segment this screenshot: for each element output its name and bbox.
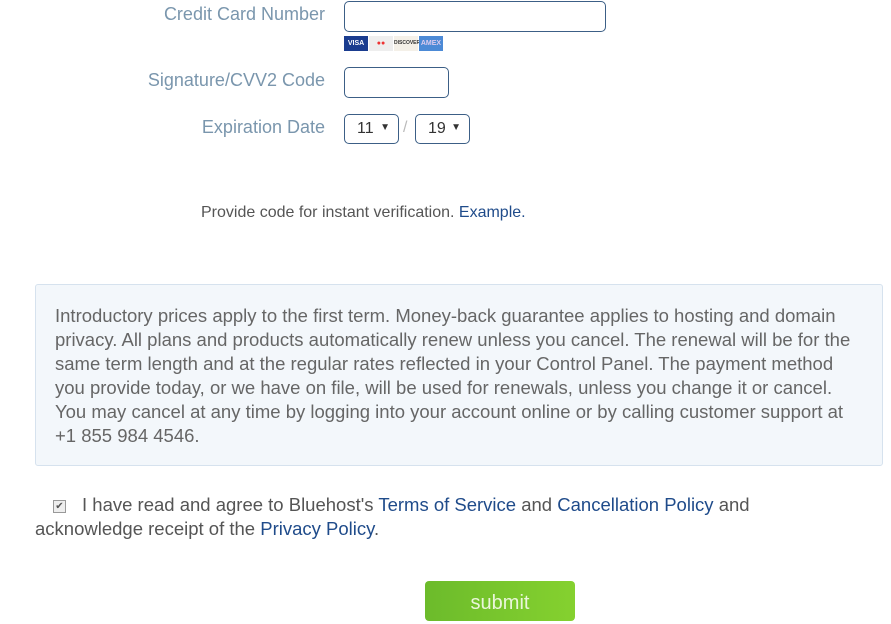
- chevron-down-icon: ▼: [451, 122, 461, 133]
- mastercard-logo: ●●: [369, 36, 393, 51]
- agree-text: I have read and agree to Bluehost's: [82, 494, 379, 515]
- terms-link[interactable]: Terms of Service: [378, 494, 516, 515]
- visa-logo: VISA: [344, 36, 368, 51]
- note-text: Provide code for instant verification.: [201, 204, 459, 221]
- agree-checkbox[interactable]: ✔: [53, 500, 66, 513]
- example-link[interactable]: Example.: [459, 204, 526, 221]
- agreement: ✔ I have read and agree to Bluehost's Ter…: [35, 493, 815, 541]
- exp-month-value: 11: [357, 120, 374, 137]
- submit-button[interactable]: submit: [425, 581, 575, 621]
- verification-note: Provide code for instant verification. E…: [201, 204, 526, 222]
- expiration-label: Expiration Date: [201, 117, 325, 137]
- amex-logo: AMEX: [419, 36, 443, 51]
- chevron-down-icon: ▼: [380, 122, 390, 133]
- cvv-label: Signature/CVV2 Code: [147, 70, 325, 90]
- exp-year-select[interactable]: 19 ▼: [415, 114, 470, 144]
- exp-year-value: 19: [428, 120, 446, 137]
- agree-text: and: [516, 494, 558, 515]
- credit-card-input[interactable]: [344, 1, 606, 32]
- credit-card-label: Credit Card Number: [163, 4, 325, 24]
- exp-separator: /: [403, 119, 408, 136]
- agree-text: .: [374, 518, 380, 539]
- exp-month-select[interactable]: 11 ▼: [344, 114, 399, 144]
- discover-logo: DISCOVER: [394, 36, 420, 51]
- cvv-input[interactable]: [344, 67, 449, 98]
- renewal-info-box: Introductory prices apply to the first t…: [35, 284, 883, 466]
- cancellation-link[interactable]: Cancellation Policy: [557, 494, 713, 515]
- privacy-link[interactable]: Privacy Policy: [260, 518, 374, 539]
- card-logos: VISA ●● DISCOVER AMEX: [344, 36, 443, 51]
